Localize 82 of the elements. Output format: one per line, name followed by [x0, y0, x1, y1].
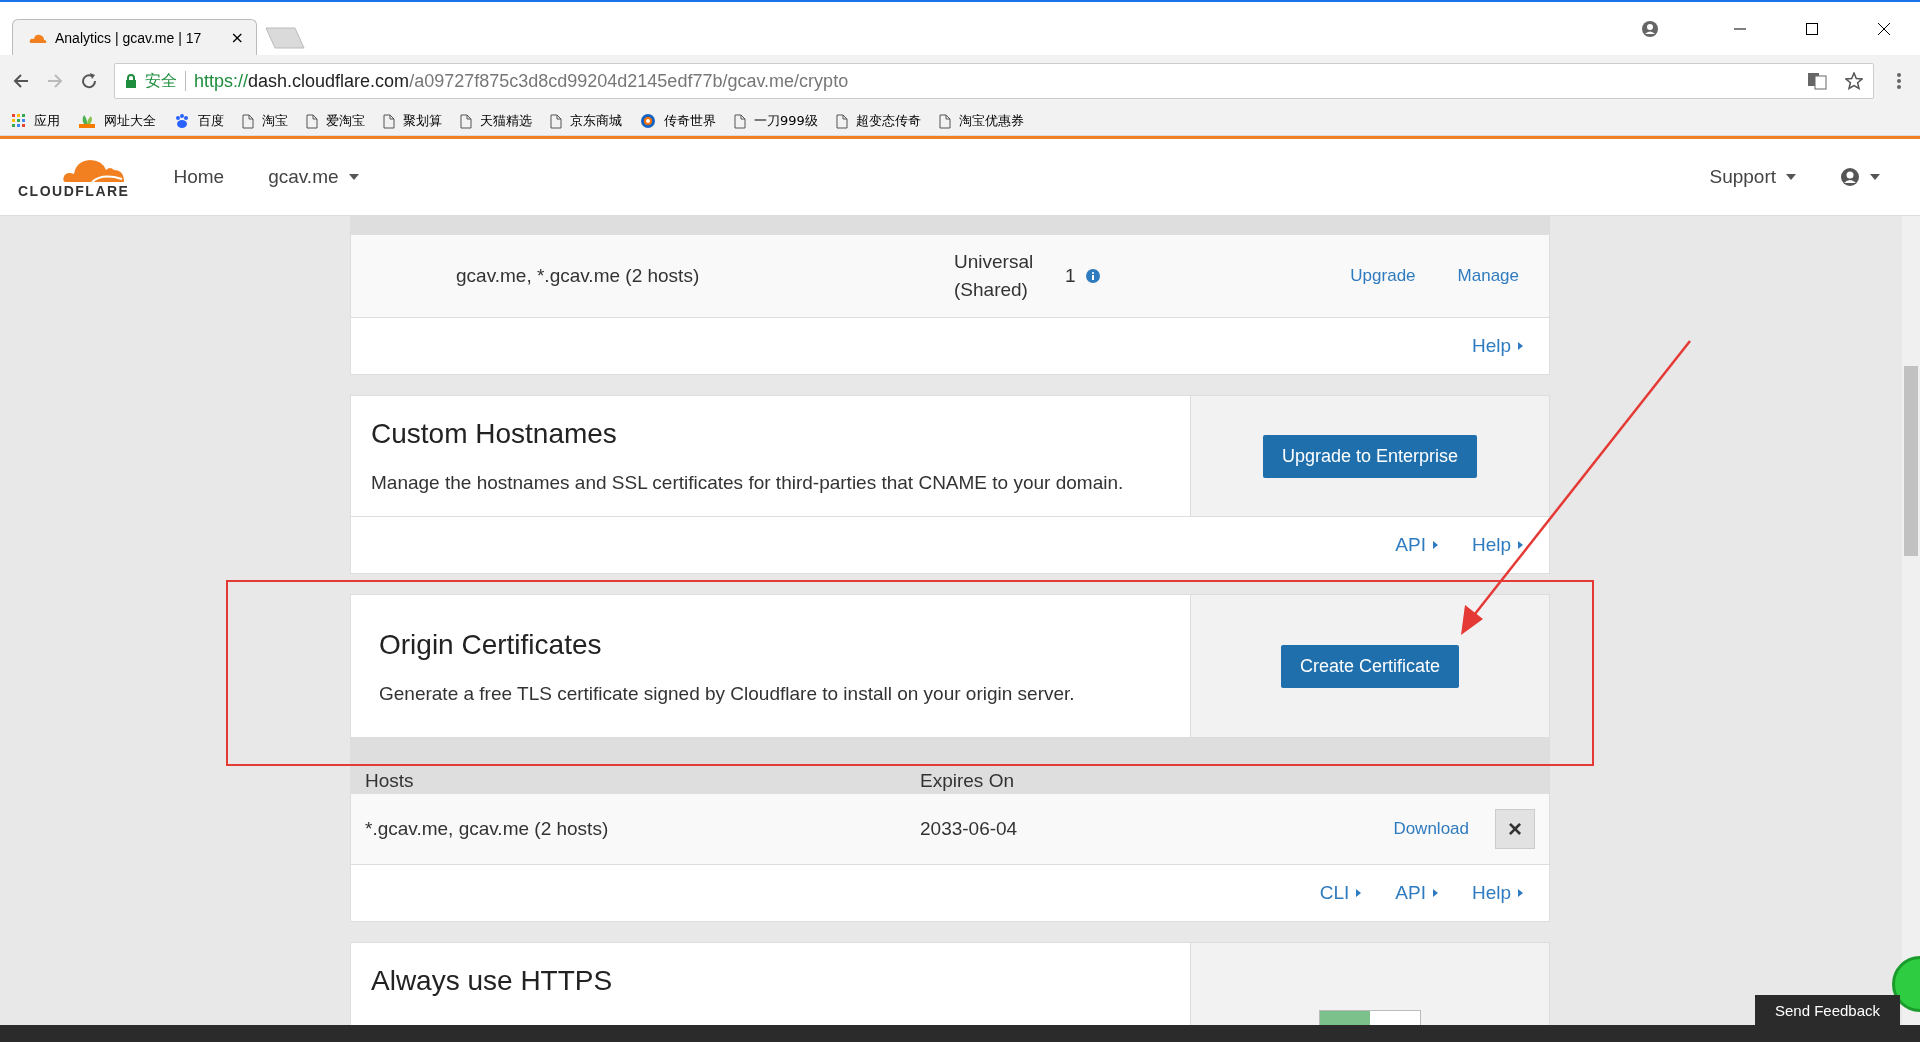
link[interactable]: CLI — [1319, 882, 1362, 904]
caret-icon — [1870, 174, 1880, 180]
scrollbar[interactable] — [1902, 216, 1920, 1025]
caret-icon — [348, 174, 359, 180]
page-icon — [242, 113, 254, 129]
bookmark[interactable]: 京东商城 — [550, 112, 622, 130]
download-link[interactable]: Download — [1393, 819, 1469, 839]
close-tab-button[interactable]: × — [230, 28, 244, 47]
link[interactable]: Help — [1471, 335, 1523, 357]
paw-icon — [174, 113, 190, 129]
section-description: Generate a free TLS certificate signed by Cloudflare to install on your origin server. — [379, 683, 1076, 705]
account-menu[interactable] — [1840, 167, 1880, 187]
address-bar[interactable]: 安全 https://dash.cloudflare.com/a09727f875c3d8cd99204d2145edf77b/gcav.me/crypto — [114, 63, 1874, 99]
section-description: Manage the hostnames and SSL certificates for third-parties that CNAME to your domain. — [371, 472, 1125, 494]
bookmark[interactable]: 传奇世界 — [640, 112, 716, 130]
caret-icon — [1786, 174, 1796, 180]
section-title: Custom Hostnames — [371, 418, 618, 450]
column-header: Hosts — [365, 770, 415, 792]
reload-icon[interactable] — [80, 72, 98, 90]
back-icon[interactable] — [12, 72, 30, 90]
create-certificate-button[interactable]: Create Certificate — [1280, 644, 1460, 688]
hosts-cell-text: gcav.me, *.gcav.me (2 hosts) — [455, 265, 701, 287]
page-icon — [835, 113, 848, 129]
count-cell: 1 — [1065, 265, 1076, 287]
bookmark[interactable]: 超变态传奇 — [835, 112, 921, 130]
bookmark[interactable]: 爱淘宝 — [306, 112, 365, 130]
caret-icon — [1518, 541, 1523, 549]
logo[interactable]: CLOUDFLARE — [18, 155, 130, 199]
maximize-icon[interactable] — [1805, 21, 1819, 36]
nav-link[interactable]: Home — [173, 166, 225, 188]
bookmark[interactable]: 百度 — [174, 112, 224, 130]
caret-icon — [1356, 889, 1362, 897]
tab-title: Analytics | gcav.me | 17 — [55, 29, 203, 46]
feedback-button[interactable]: Send Feedback — [1755, 995, 1900, 1025]
support-menu[interactable]: Support — [1709, 166, 1796, 188]
column-header: Expires On — [920, 770, 1014, 792]
apps-icon — [12, 114, 26, 128]
page-icon — [938, 113, 951, 129]
section-title: Always use HTTPS — [371, 965, 614, 997]
user-icon — [1840, 167, 1860, 187]
link[interactable]: API — [1395, 882, 1438, 904]
star-icon[interactable] — [1845, 72, 1863, 90]
page-icon — [734, 113, 746, 129]
caret-icon — [1518, 342, 1523, 350]
page-icon — [306, 113, 318, 129]
bookmark[interactable]: 淘宝 — [242, 112, 288, 130]
browser-tab[interactable]: Analytics | gcav.me | 17 × — [12, 19, 257, 55]
caret-icon — [1432, 889, 1438, 897]
bookmark[interactable]: 淘宝优惠券 — [938, 112, 1024, 130]
globe-icon — [640, 113, 656, 129]
info-icon — [1085, 269, 1100, 283]
date-cell: 2033-06-04 — [920, 818, 1018, 840]
profile-icon[interactable] — [1641, 19, 1659, 38]
page-icon — [383, 113, 395, 129]
nav-link[interactable]: gcav.me — [268, 166, 359, 188]
upgrade-button[interactable]: Upgrade to Enterprise — [1262, 434, 1478, 478]
lock-icon — [125, 74, 137, 88]
link[interactable]: Help — [1471, 882, 1523, 904]
bookmark[interactable]: 应用 — [12, 112, 60, 130]
delete-button[interactable]: × — [1495, 809, 1535, 849]
translate-icon[interactable] — [1807, 72, 1827, 90]
hosts-cell-text: *.gcav.me, gcav.me (2 hosts) — [365, 818, 610, 840]
type-cell-text: Universal (Shared) — [954, 250, 1035, 302]
bookmark[interactable]: 一刀999级 — [734, 112, 818, 130]
toggle-switch[interactable] — [1319, 1010, 1421, 1025]
page-icon — [460, 113, 472, 129]
caret-icon — [1432, 541, 1438, 549]
menu-icon[interactable] — [1896, 72, 1902, 90]
bookmark[interactable]: 网址大全 — [78, 112, 156, 130]
link[interactable]: Upgrade — [1350, 266, 1416, 286]
page-icon — [550, 113, 562, 129]
link[interactable]: API — [1395, 534, 1438, 556]
link[interactable]: Help — [1471, 534, 1523, 556]
close-icon[interactable] — [1877, 21, 1891, 36]
secure-label: 安全 — [145, 70, 177, 92]
bookmark[interactable]: 聚划算 — [383, 112, 442, 130]
url-text: https://dash.cloudflare.com/a09727f875c3d8cd99204d2145edf77b/gcav.me/crypto — [194, 70, 849, 92]
leaf-icon — [78, 113, 96, 129]
section-title: Origin Certificates — [379, 629, 603, 661]
link[interactable]: Manage — [1457, 266, 1519, 286]
bookmark[interactable]: 天猫精选 — [460, 112, 532, 130]
caret-icon — [1518, 889, 1523, 897]
